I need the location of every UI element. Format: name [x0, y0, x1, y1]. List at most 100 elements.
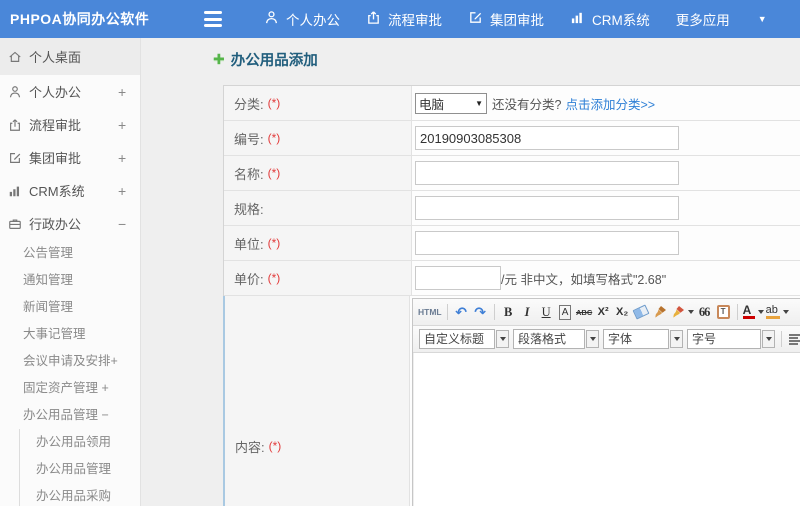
- sidebar-item-label: 流程审批: [29, 118, 82, 133]
- content-label: 内容:: [235, 439, 265, 455]
- sidebar-item-announcement-mgmt[interactable]: 公告管理: [0, 240, 140, 267]
- sidebar-item-admin-office[interactable]: 行政办公 −: [0, 207, 140, 240]
- sidebar-item-notice-mgmt[interactable]: 通知管理: [0, 267, 140, 294]
- format-painter-button[interactable]: [652, 302, 669, 322]
- expand-icon[interactable]: +: [118, 183, 140, 199]
- required-marker: (*): [267, 166, 281, 180]
- brush-icon: [655, 306, 667, 318]
- strikethrough-button[interactable]: ABC: [576, 302, 593, 322]
- price-input[interactable]: [415, 266, 501, 290]
- sidebar-item-crm-system[interactable]: CRM系统 +: [0, 174, 140, 207]
- sidebar-item-personal-desktop[interactable]: 个人桌面: [0, 38, 140, 75]
- combo-arrow-icon: [670, 330, 683, 348]
- supplies-form-table: 分类: (*) 电脑 ▼ 还没有分类? 点击添加分类>> 编号: (*) 201…: [223, 85, 800, 506]
- editor-toolbar-row1: HTML ↶ ↷ B I U A ABC X² X₂ 66 T A ab: [413, 299, 800, 326]
- expand-icon[interactable]: +: [118, 117, 140, 133]
- sidebar-item-supplies-purchase[interactable]: 办公用品采购: [20, 483, 140, 506]
- nav-personal-office[interactable]: 个人办公: [264, 9, 340, 29]
- price-label: 单价:: [234, 271, 264, 287]
- nav-workflow-approval[interactable]: 流程审批: [366, 9, 442, 29]
- caret-down-icon: [757, 310, 764, 314]
- spec-input[interactable]: [415, 196, 679, 220]
- redo-button[interactable]: ↷: [472, 302, 489, 322]
- align-left-button[interactable]: [789, 333, 800, 345]
- font-border-button[interactable]: A: [557, 302, 574, 322]
- nav-crm-system[interactable]: CRM系统: [570, 9, 650, 29]
- page-title-row: ✚ 办公用品添加: [213, 49, 318, 70]
- sidebar-item-meeting-mgmt[interactable]: 会议申请及安排+: [0, 348, 140, 375]
- sidebar-item-assets-mgmt[interactable]: 固定资产管理 +: [0, 375, 140, 402]
- main-content: ✚ 办公用品添加 分类: (*) 电脑 ▼ 还没有分类? 点击添加分类>> 编号…: [141, 38, 800, 506]
- editor-content-area[interactable]: [413, 353, 800, 506]
- form-row-unit: 单位: (*): [224, 226, 800, 261]
- add-category-link[interactable]: 点击添加分类>>: [565, 94, 655, 113]
- toolbar-separator: [446, 304, 448, 320]
- unit-input[interactable]: [415, 231, 679, 255]
- menu-toggle-button[interactable]: [204, 9, 226, 29]
- bar-chart-icon: [570, 10, 592, 28]
- required-marker: (*): [268, 439, 282, 453]
- superscript-button[interactable]: X²: [595, 302, 612, 322]
- form-row-category: 分类: (*) 电脑 ▼ 还没有分类? 点击添加分类>>: [224, 86, 800, 121]
- app-logo: PHPOA协同办公软件: [10, 11, 150, 27]
- code-label: 编号:: [234, 131, 264, 147]
- highlight-color-button[interactable]: ab: [765, 302, 789, 322]
- caret-down-icon: [687, 310, 694, 314]
- paragraph-format-select[interactable]: 段落格式: [513, 329, 599, 349]
- sidebar-item-events-mgmt[interactable]: 大事记管理: [0, 321, 140, 348]
- paste-as-text-button[interactable]: T: [715, 302, 732, 322]
- workflow-icon: [8, 118, 22, 132]
- magic-brush-icon: [672, 306, 684, 318]
- select-arrow-icon: ▼: [475, 98, 483, 108]
- clipboard-icon: T: [716, 305, 730, 319]
- collapse-icon[interactable]: −: [118, 216, 140, 232]
- category-select[interactable]: 电脑 ▼: [415, 92, 487, 114]
- source-code-button[interactable]: HTML: [418, 302, 442, 322]
- expand-icon[interactable]: +: [118, 150, 140, 166]
- toolbar-separator: [736, 304, 738, 320]
- form-row-price: 单价: (*) /元 非中文，如填写格式"2.68": [224, 261, 800, 296]
- sidebar-item-supplies-mgmt[interactable]: 办公用品管理 −: [0, 402, 140, 429]
- page-title: 办公用品添加: [230, 53, 318, 69]
- price-hint: /元 非中文，如填写格式"2.68": [501, 272, 667, 287]
- app-window: PHPOA协同办公软件 个人办公 流程审批 集团审批 CRM系统 更多应用 ▼ …: [0, 0, 800, 506]
- name-label: 名称:: [234, 166, 264, 182]
- unit-label: 单位:: [234, 236, 264, 252]
- bold-button[interactable]: B: [500, 302, 517, 322]
- required-marker: (*): [267, 271, 281, 285]
- toolbar-separator: [781, 331, 782, 347]
- font-color-button[interactable]: A: [742, 302, 764, 322]
- italic-button[interactable]: I: [519, 302, 536, 322]
- highlight-color-icon: ab: [765, 305, 780, 319]
- sidebar-item-news-mgmt[interactable]: 新闻管理: [0, 294, 140, 321]
- sidebar-item-personal-office[interactable]: 个人办公 +: [0, 75, 140, 108]
- font-family-select[interactable]: 字体: [603, 329, 683, 349]
- autotypeset-button[interactable]: [671, 302, 694, 322]
- form-row-content: 内容: (*) HTML ↶ ↷ B I U A ABC X² X₂ 66 T …: [223, 296, 800, 506]
- font-size-select[interactable]: 字号: [687, 329, 775, 349]
- sidebar-item-group-approval[interactable]: 集团审批 +: [0, 141, 140, 174]
- sidebar-item-workflow-approval[interactable]: 流程审批 +: [0, 108, 140, 141]
- caret-down-icon[interactable]: ▼: [758, 14, 767, 24]
- sidebar-item-supplies-claim[interactable]: 办公用品领用: [20, 429, 140, 456]
- nav-label: 更多应用: [675, 13, 730, 28]
- undo-button[interactable]: ↶: [453, 302, 470, 322]
- subscript-button[interactable]: X₂: [614, 302, 631, 322]
- nav-more-apps[interactable]: 更多应用: [676, 9, 730, 29]
- custom-title-select[interactable]: 自定义标题: [419, 329, 509, 349]
- rich-text-editor: HTML ↶ ↷ B I U A ABC X² X₂ 66 T A ab 自定义…: [412, 298, 800, 506]
- briefcase-icon: [8, 217, 22, 231]
- expand-icon[interactable]: +: [118, 84, 140, 100]
- blockquote-button[interactable]: 66: [696, 302, 713, 322]
- nav-group-approval[interactable]: 集团审批: [468, 9, 544, 29]
- code-input[interactable]: [415, 126, 679, 150]
- remove-format-button[interactable]: [632, 302, 650, 322]
- underline-button[interactable]: U: [538, 302, 555, 322]
- name-input[interactable]: [415, 161, 679, 185]
- combo-arrow-icon: [762, 330, 775, 348]
- sidebar: 个人桌面 个人办公 + 流程审批 + 集团审批 + CRM系统 + 行政办公 −…: [0, 38, 141, 506]
- editor-toolbar-row2: 自定义标题 段落格式 字体 字号: [413, 326, 800, 353]
- home-icon: [8, 50, 22, 64]
- required-marker: (*): [267, 236, 281, 250]
- sidebar-item-supplies-manage[interactable]: 办公用品管理: [20, 456, 140, 483]
